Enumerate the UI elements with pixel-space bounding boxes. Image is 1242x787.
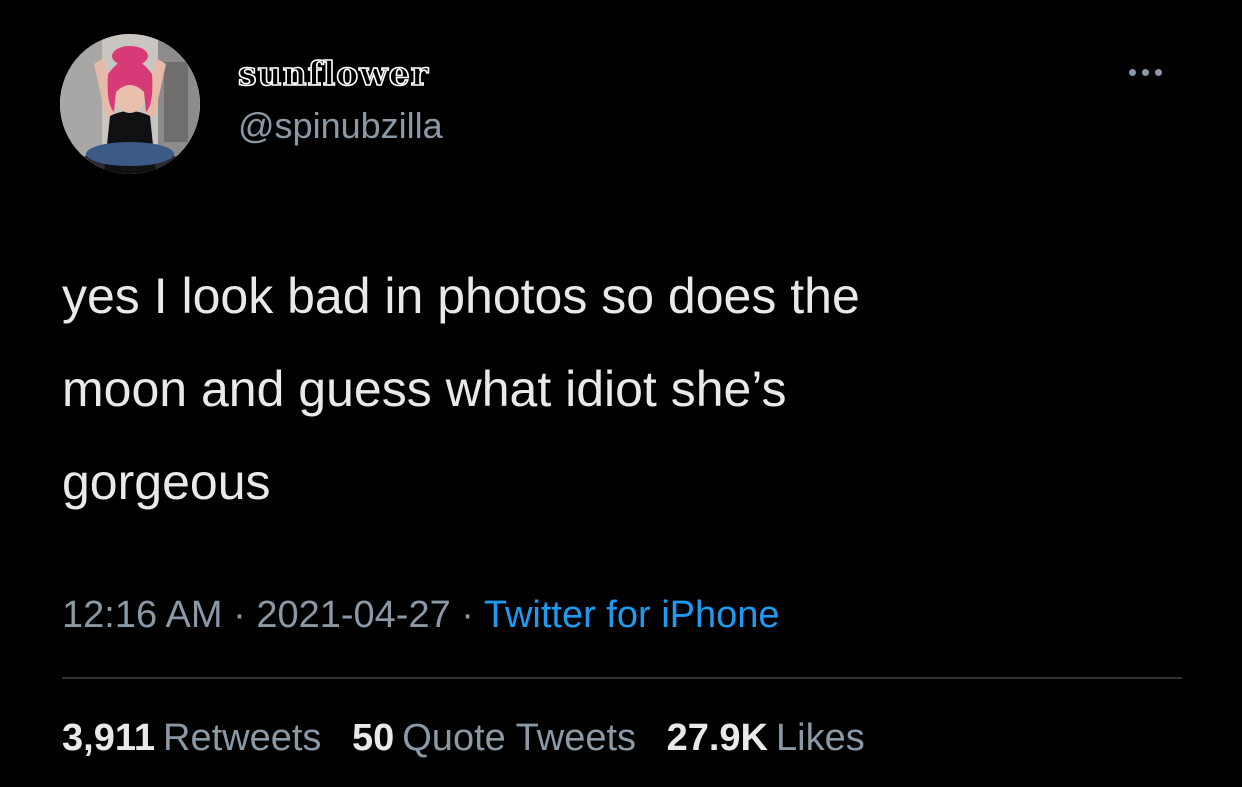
tweet-source-link[interactable]: Twitter for iPhone bbox=[484, 594, 780, 636]
tweet-text-line: gorgeous bbox=[62, 454, 271, 510]
display-name[interactable]: sunflower bbox=[237, 52, 429, 96]
user-handle[interactable]: @spinubzilla bbox=[238, 104, 443, 148]
tweet-metadata: 12:16 AM · 2021-04-27 · Twitter for iPho… bbox=[62, 590, 780, 640]
tweet-text-line: moon and guess what idiot she’s bbox=[62, 361, 787, 417]
likes-count: 27.9K bbox=[666, 717, 768, 759]
likes-stat[interactable]: 27.9K Likes bbox=[667, 717, 865, 759]
quote-tweets-label: Quote Tweets bbox=[402, 717, 637, 759]
quote-tweets-stat[interactable]: 50 Quote Tweets bbox=[352, 717, 636, 759]
tweet-text: yes I look bad in photos so does the moo… bbox=[62, 250, 1182, 529]
tweet-detail: sunflower @spinubzilla yes I look bad in… bbox=[0, 0, 1242, 787]
retweets-stat[interactable]: 3,911 Retweets bbox=[62, 717, 321, 759]
quote-tweets-count: 50 bbox=[351, 717, 395, 759]
divider bbox=[62, 677, 1182, 679]
avatar[interactable] bbox=[60, 34, 200, 174]
tweet-text-line: yes I look bad in photos so does the bbox=[62, 268, 860, 324]
tweet-time[interactable]: 12:16 AM bbox=[62, 594, 223, 636]
avatar-photo bbox=[60, 34, 200, 174]
tweet-date[interactable]: 2021-04-27 bbox=[256, 594, 450, 636]
meta-separator: · bbox=[222, 594, 257, 636]
likes-label: Likes bbox=[776, 717, 865, 759]
more-options-icon[interactable] bbox=[1115, 60, 1175, 84]
engagement-stats: 3,911 Retweets 50 Quote Tweets 27.9K Likes bbox=[62, 712, 865, 764]
meta-separator: · bbox=[450, 594, 484, 636]
retweets-count: 3,911 bbox=[62, 717, 155, 759]
retweets-label: Retweets bbox=[163, 717, 322, 759]
